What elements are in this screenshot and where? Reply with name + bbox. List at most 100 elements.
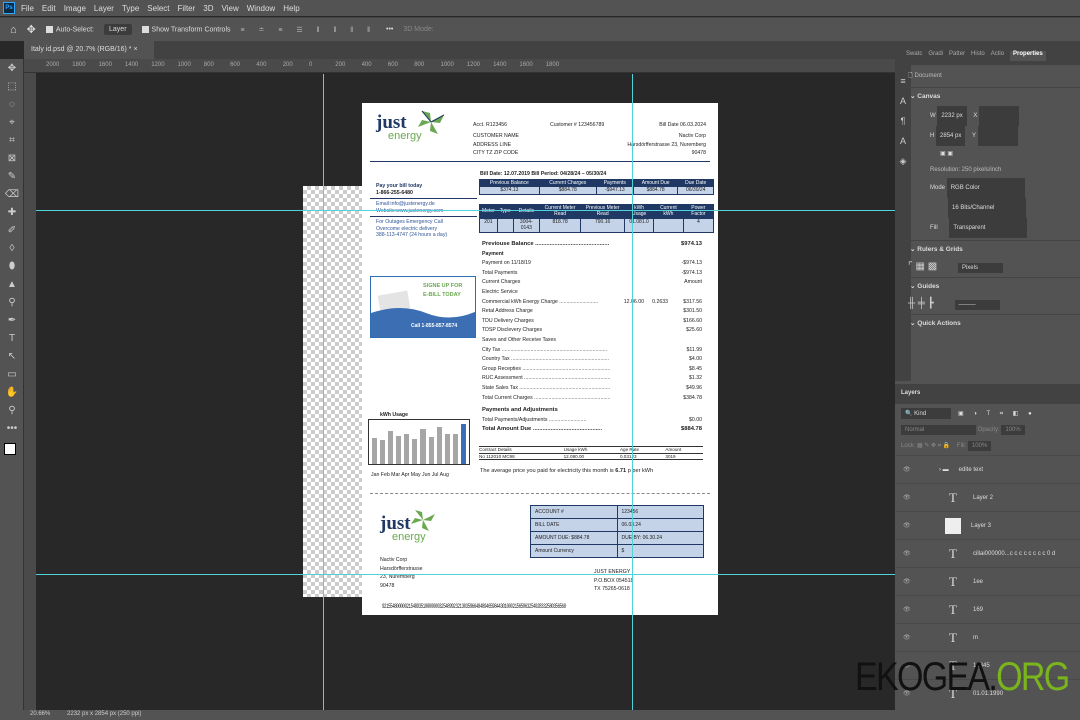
tool-icon[interactable]: ✥	[0, 59, 24, 77]
rulers-grids-section[interactable]: ⌄ Rulers & Grids	[900, 240, 1080, 257]
guide-horizontal[interactable]	[36, 210, 895, 211]
visibility-eye-icon[interactable]: 👁	[903, 494, 913, 501]
horizontal-ruler[interactable]: 2000 1800 1600 1400 1200 1000 800 600 400 200 0 200…	[24, 59, 895, 73]
more-options-icon[interactable]: •••	[386, 26, 393, 33]
tool-icon[interactable]: ✚	[0, 203, 24, 221]
guide-style-select[interactable]: ────	[954, 300, 1000, 310]
visibility-eye-icon[interactable]: 👁	[903, 522, 913, 529]
close-tab-icon[interactable]: ×	[133, 46, 137, 53]
layer-row[interactable]: 👁 Tcillai000000...c c c c c c c c 0 d	[895, 539, 1080, 567]
bill-document[interactable]: just energy Acct. R123456 Customer # 123…	[362, 103, 718, 615]
menu-window[interactable]: Window	[247, 4, 275, 13]
canvas-section[interactable]: ⌄ Canvas	[900, 87, 1080, 104]
photoshop-logo-icon[interactable]: Ps	[3, 2, 15, 14]
bit-depth-select[interactable]: 16 Bits/Channel	[948, 198, 1026, 218]
fill-input[interactable]: 100%	[967, 441, 992, 451]
tool-icon[interactable]: ✎	[0, 167, 24, 185]
filter-icons[interactable]: ▣ ◑ T ⌗ ◧ ●	[958, 410, 1036, 418]
layer-row[interactable]: 👁 Tm	[895, 623, 1080, 651]
new-guide-icon[interactable]: ┣	[928, 298, 934, 309]
menu-layer[interactable]: Layer	[94, 4, 114, 13]
guide-vertical[interactable]	[632, 74, 633, 710]
y-input[interactable]	[977, 126, 1018, 146]
layer-row[interactable]: 👁 T Layer 2	[895, 483, 1080, 511]
vertical-ruler[interactable]	[24, 73, 36, 710]
blend-mode-select[interactable]: Normal	[901, 425, 976, 435]
menu-help[interactable]: Help	[283, 4, 299, 13]
menu-file[interactable]: File	[21, 4, 34, 13]
portrait-icon[interactable]: ▣	[940, 151, 946, 157]
opacity-input[interactable]: 100%	[1001, 425, 1025, 435]
tool-icon[interactable]: ✒	[0, 311, 24, 329]
width-input[interactable]: 2232 px	[937, 106, 967, 126]
ebill-signup-banner[interactable]: SIGNE UP FOR E-BILL TODAY Call 1-855-857-…	[370, 276, 476, 338]
tool-icon[interactable]: •••	[0, 419, 24, 437]
tool-icon[interactable]: ◊	[0, 239, 24, 257]
quick-actions-section[interactable]: ⌄ Quick Actions	[900, 314, 1080, 331]
auto-select-checkbox[interactable]: Auto-Select:	[45, 25, 94, 33]
menu-type[interactable]: Type	[122, 4, 139, 13]
tool-icon[interactable]: ⌫	[0, 185, 24, 203]
tool-icon[interactable]: ⬮	[0, 257, 24, 275]
tool-icon[interactable]: ▲	[0, 275, 24, 293]
layer-select-dropdown[interactable]: Layer	[104, 24, 132, 35]
menu-view[interactable]: View	[222, 4, 239, 13]
layer-row[interactable]: 👁 T 169	[895, 595, 1080, 623]
visibility-eye-icon[interactable]: 👁	[903, 578, 913, 585]
ruler-icon[interactable]: ⌜	[908, 261, 913, 272]
tool-icon[interactable]: ✐	[0, 221, 24, 239]
tool-icon[interactable]: ⚲	[0, 401, 24, 419]
tool-icon[interactable]: ✋	[0, 383, 24, 401]
units-select[interactable]: Pixels	[957, 263, 1003, 273]
foreground-color-swatch[interactable]	[4, 443, 16, 455]
menu-3d[interactable]: 3D	[203, 4, 213, 13]
show-transform-checkbox[interactable]: Show Transform Controls	[141, 25, 231, 33]
height-input[interactable]: 2854 px	[936, 126, 966, 146]
guides-section[interactable]: ⌄ Guides	[900, 277, 1080, 294]
tool-icon[interactable]: T	[0, 329, 24, 347]
align-icons[interactable]: ≡ ≐ ≡ ☰ ‖ ‖ ‖ ‖	[241, 26, 377, 34]
move-tool-icon[interactable]: ✥	[27, 23, 36, 36]
visibility-eye-icon[interactable]: 👁	[903, 550, 913, 557]
tool-icon[interactable]: ◌	[0, 95, 24, 113]
layers-tab[interactable]: Layers	[901, 390, 920, 396]
panel-tab[interactable]: Swatc	[906, 51, 922, 61]
tool-icon[interactable]: ▭	[0, 365, 24, 383]
mode-select[interactable]: RGB Color	[946, 178, 1025, 198]
tool-icon[interactable]: ⚲	[0, 293, 24, 311]
panel-tab[interactable]: Patter	[949, 51, 965, 61]
fill-select[interactable]: Transparent	[949, 218, 1028, 238]
menu-filter[interactable]: Filter	[178, 4, 196, 13]
menu-image[interactable]: Image	[64, 4, 86, 13]
menu-edit[interactable]: Edit	[42, 4, 56, 13]
pixel-grid-icon[interactable]: ▩	[928, 261, 937, 272]
menu-select[interactable]: Select	[147, 4, 169, 13]
layer-row[interactable]: 👁 › ▬ edite text	[895, 455, 1080, 483]
guide-vertical[interactable]	[323, 74, 324, 710]
visibility-eye-icon[interactable]: 👁	[903, 634, 913, 641]
layer-row[interactable]: 👁 T 1ee	[895, 567, 1080, 595]
guide-horizontal[interactable]	[36, 574, 895, 575]
visibility-eye-icon[interactable]: 👁	[903, 466, 913, 473]
layer-row[interactable]: 👁 Layer 3	[895, 511, 1080, 539]
tool-icon[interactable]: ↖	[0, 347, 24, 365]
zoom-level[interactable]: 20.66%	[30, 711, 50, 717]
panel-tab[interactable]: Gradi	[928, 51, 943, 61]
guide-icon[interactable]: ╫	[908, 298, 915, 309]
visibility-eye-icon[interactable]: 👁	[903, 606, 913, 613]
tool-icon[interactable]: ⬚	[0, 77, 24, 95]
tool-icon[interactable]: ⌗	[0, 131, 24, 149]
tool-icon[interactable]: ⊠	[0, 149, 24, 167]
panel-tab[interactable]: Properties	[1010, 51, 1046, 61]
grid-icon[interactable]: ▦	[915, 261, 924, 272]
panel-tab[interactable]: Histo	[971, 51, 985, 61]
panel-tab[interactable]: Actio	[991, 51, 1004, 61]
kind-filter[interactable]: 🔍 Kind	[901, 408, 951, 419]
x-input[interactable]	[979, 106, 1020, 126]
charge-rate	[644, 366, 668, 373]
home-icon[interactable]: ⌂	[10, 24, 17, 36]
tool-icon[interactable]: ⌖	[0, 113, 24, 131]
document-tab[interactable]: Italy id.psd @ 20.7% (RGB/16) * ×	[24, 41, 154, 59]
guide-layout-icon[interactable]: ╪	[918, 298, 925, 309]
landscape-icon[interactable]: ▣	[947, 151, 953, 157]
